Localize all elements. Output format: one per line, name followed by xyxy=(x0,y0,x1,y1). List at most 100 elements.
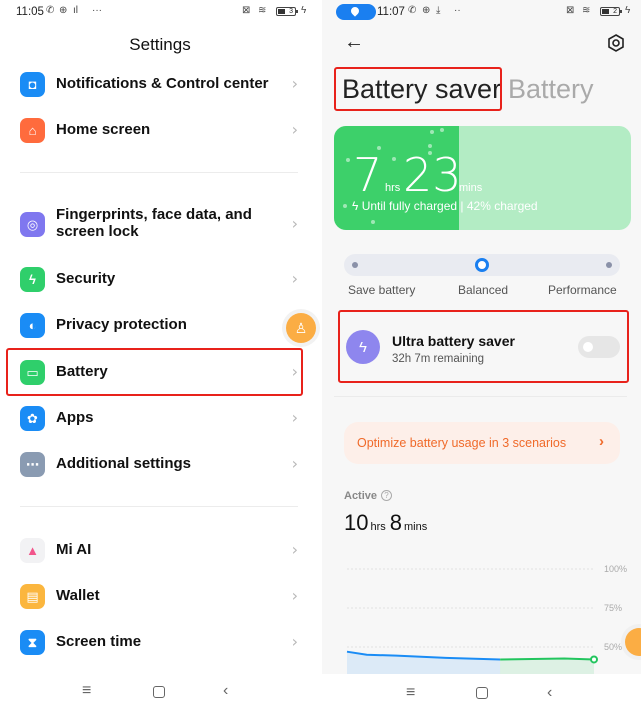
settings-item-label: Notifications & Control center xyxy=(56,75,269,92)
settings-item-label: Fingerprints, face data, and screen lock xyxy=(56,206,252,240)
charge-status-text: ϟ Until fully charged | 42% charged xyxy=(352,199,538,213)
settings-item-wallet[interactable]: ▤ Wallet › xyxy=(0,574,320,618)
slider-stop-performance[interactable] xyxy=(606,262,612,268)
chevron-right-icon: › xyxy=(291,74,298,93)
status-bar: 11:05 ✆ ⊕ ıl ··· ⊠ ≋ 3 ϟ xyxy=(0,0,320,24)
tab-battery[interactable]: Battery xyxy=(508,74,594,105)
mode-label-balanced[interactable]: Balanced xyxy=(458,283,508,297)
settings-item-fingerprints-face-data-and-screen-lock[interactable]: ◎ Fingerprints, face data, and screen loc… xyxy=(0,202,320,246)
performance-mode-slider[interactable] xyxy=(344,254,620,276)
chevron-right-icon: › xyxy=(291,408,298,427)
back-arrow-icon[interactable]: ← xyxy=(344,31,364,54)
settings-gear-icon[interactable] xyxy=(607,34,625,52)
status-bar: 11:07 ✆ ⊕ ⤓ ·· ⊠ ≋ 2 ϟ xyxy=(322,0,641,24)
battery-status-icon: 3 xyxy=(276,7,298,16)
y-tick-label: 75% xyxy=(604,603,622,613)
slider-stop-balanced[interactable] xyxy=(475,258,489,272)
sim-off-icon: ⊠ xyxy=(566,5,575,16)
settings-item-additional-settings[interactable]: ⋯ Additional settings › xyxy=(0,442,320,486)
active-label: Active xyxy=(344,490,378,502)
chevron-right-icon: › xyxy=(291,632,298,651)
home-button[interactable] xyxy=(153,686,165,698)
help-icon[interactable]: ? xyxy=(381,490,392,501)
accessibility-icon: ♙ xyxy=(294,319,308,336)
location-icon[interactable] xyxy=(336,4,376,20)
series-area-charging xyxy=(500,658,594,675)
mode-label-save-battery[interactable]: Save battery xyxy=(348,283,415,297)
group-divider xyxy=(20,506,298,507)
active-time: 10 hrs 8 mins xyxy=(344,510,428,535)
back-button[interactable]: ‹ xyxy=(547,684,552,702)
apps-gear-icon: ✿ xyxy=(20,406,45,431)
mi-ai-icon: ▲ xyxy=(20,538,45,563)
charge-hours: 7 xyxy=(353,148,383,202)
vpn-icon: ⊕ xyxy=(59,5,68,16)
charge-hours-unit: hrs xyxy=(385,182,401,194)
sim-off-icon: ⊠ xyxy=(242,5,251,16)
optimize-label: Optimize battery usage in 3 scenarios xyxy=(357,436,567,450)
section-divider xyxy=(334,396,627,397)
home-button[interactable] xyxy=(476,687,488,699)
signal-bars-icon: ıl xyxy=(73,5,78,16)
settings-item-label: Wallet xyxy=(56,587,100,604)
settings-item-security[interactable]: ϟ Security › xyxy=(0,257,320,301)
charge-minutes-unit: mins xyxy=(459,182,483,194)
recents-button[interactable]: ≡ xyxy=(406,684,415,702)
charge-status-card: 7 hrs 23 mins ϟ Until fully charged | 42… xyxy=(334,126,631,230)
chevron-right-icon: › xyxy=(291,540,298,559)
chevron-right-icon: › xyxy=(291,214,298,233)
whatsapp-icon: ✆ xyxy=(46,5,55,16)
recents-button[interactable]: ≡ xyxy=(82,682,91,700)
settings-item-notifications-control-center[interactable]: ◘ Notifications & Control center › xyxy=(0,62,320,106)
charging-icon: ϟ xyxy=(301,5,307,16)
settings-item-mi-ai[interactable]: ▲ Mi AI › xyxy=(0,528,320,572)
mode-label-performance[interactable]: Performance xyxy=(548,283,617,297)
chevron-right-icon: › xyxy=(291,269,298,288)
settings-item-apps[interactable]: ✿ Apps › xyxy=(0,396,320,440)
chevron-right-icon: › xyxy=(291,454,298,473)
chevron-right-icon: › xyxy=(599,433,604,450)
settings-item-screen-time[interactable]: ⧗ Screen time › xyxy=(0,620,320,664)
settings-item-label: Apps xyxy=(56,409,94,426)
download-icon: ⤓ xyxy=(436,5,441,16)
bolt-icon: ϟ xyxy=(352,199,359,213)
settings-item-label: Additional settings xyxy=(56,455,191,472)
additional-settings-icon: ⋯ xyxy=(20,452,45,477)
current-level-point xyxy=(590,655,598,664)
navigation-bar: ≡ ‹ xyxy=(322,674,641,712)
more-dots-icon: ··· xyxy=(92,5,102,16)
home-icon: ⌂ xyxy=(20,118,45,143)
status-time: 11:07 xyxy=(377,6,405,18)
notifications-icon: ◘ xyxy=(20,72,45,97)
settings-item-label: Mi AI xyxy=(56,541,92,558)
chevron-right-icon: › xyxy=(291,120,298,139)
accessibility-floating-button[interactable]: ♙ xyxy=(286,313,316,343)
battery-status-icon: 2 xyxy=(600,7,622,16)
optimize-battery-banner[interactable]: Optimize battery usage in 3 scenarios › xyxy=(344,422,620,464)
chevron-right-icon: › xyxy=(291,586,298,605)
settings-item-privacy-protection[interactable]: ◐Privacy protection› xyxy=(0,303,320,347)
whatsapp-icon: ✆ xyxy=(408,5,417,16)
highlight-battery-saver-tab xyxy=(334,67,502,111)
y-tick-label: 50% xyxy=(604,642,622,652)
settings-item-label: Home screen xyxy=(56,121,151,138)
vpn-icon: ⊕ xyxy=(422,5,431,16)
navigation-bar: ≡ ‹ xyxy=(0,672,320,712)
highlight-ultra-saver xyxy=(338,310,629,383)
wifi-icon: ≋ xyxy=(582,5,591,16)
hourglass-icon: ⧗ xyxy=(20,630,45,655)
wallet-icon: ▤ xyxy=(20,584,45,609)
security-shield-icon: ϟ xyxy=(20,267,45,292)
more-dots-icon: ·· xyxy=(454,5,461,16)
screen: 11:05 ✆ ⊕ ıl ··· ⊠ ≋ 3 ϟ Settings ◘ Notif… xyxy=(0,0,641,712)
privacy-icon: ◐ xyxy=(20,313,45,338)
settings-item-home-screen[interactable]: ⌂ Home screen › xyxy=(0,108,320,152)
highlight-battery xyxy=(6,348,303,396)
charge-minutes: 23 xyxy=(403,148,462,202)
wifi-icon: ≋ xyxy=(258,5,267,16)
battery-screen: 11:07 ✆ ⊕ ⤓ ·· ⊠ ≋ 2 ϟ ← Battery saver B… xyxy=(322,0,641,712)
back-button[interactable]: ‹ xyxy=(223,682,228,700)
settings-item-label: Privacy protection xyxy=(56,316,187,333)
slider-stop-save-battery[interactable] xyxy=(352,262,358,268)
y-tick-label: 100% xyxy=(604,564,627,574)
